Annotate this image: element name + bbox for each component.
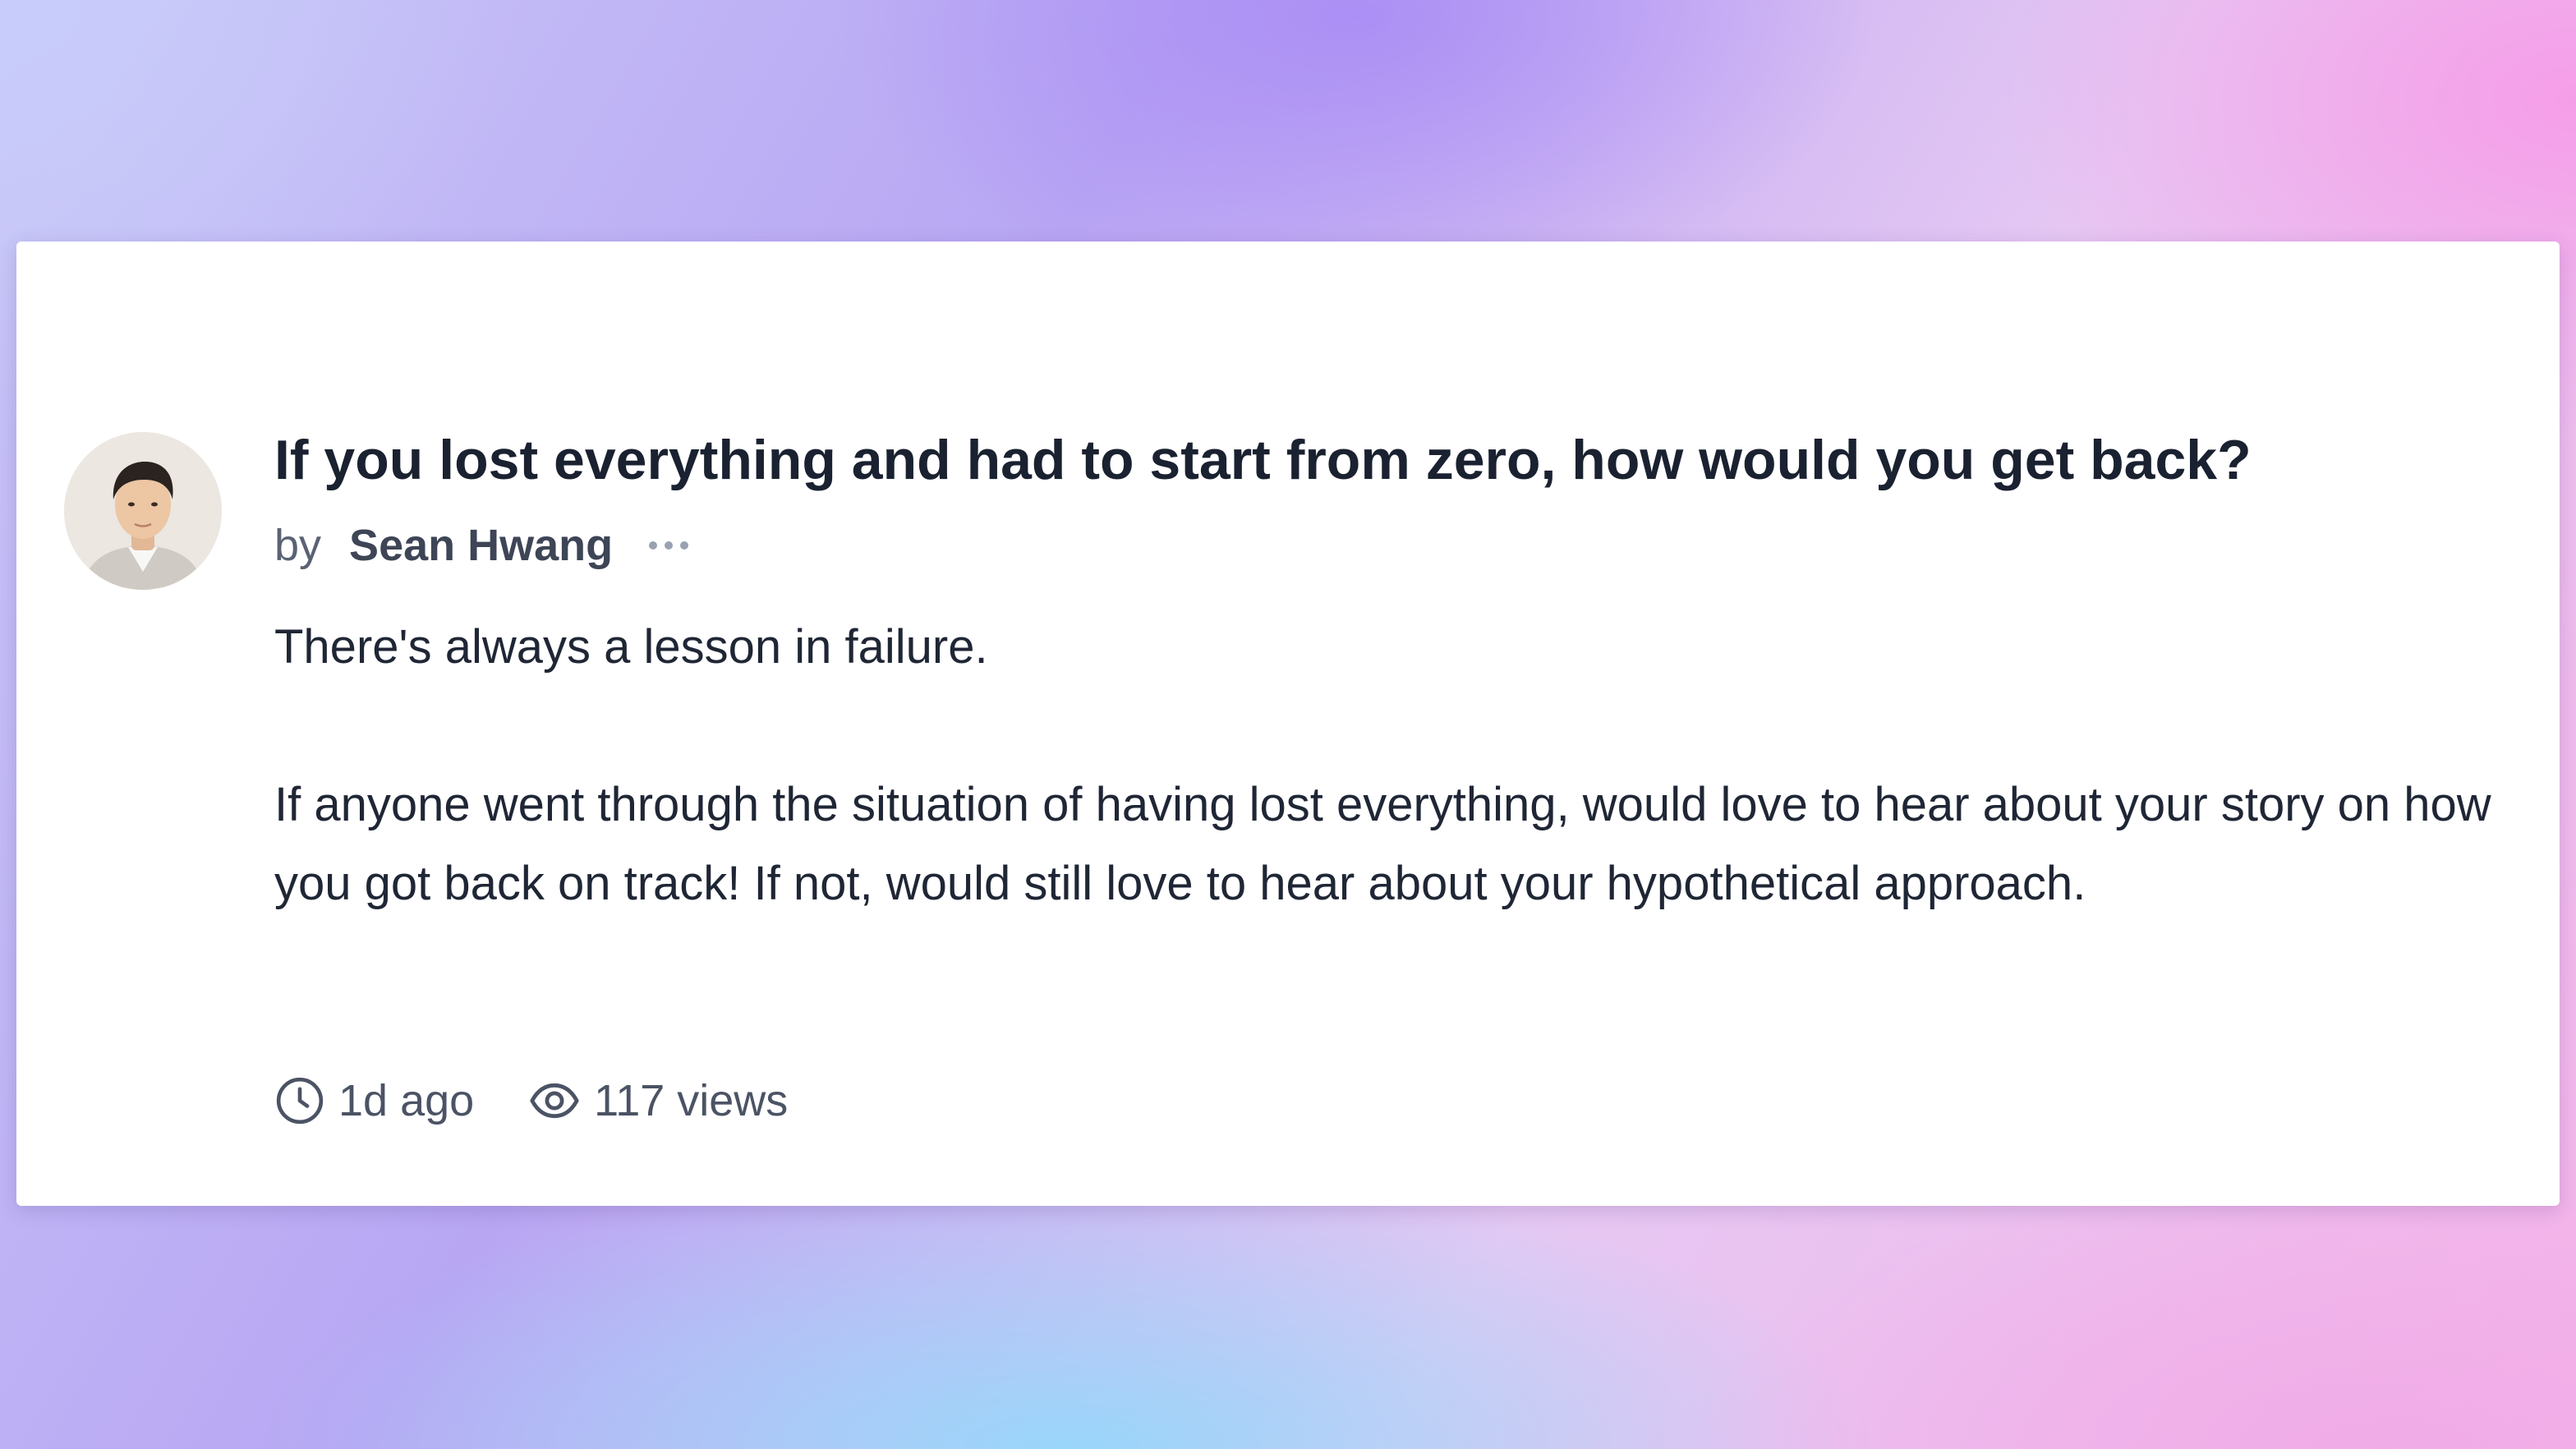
more-horizontal-icon [649, 541, 689, 550]
byline: by Sean Hwang [274, 519, 2492, 572]
eye-icon [530, 1083, 579, 1119]
post-content: If you lost everything and had to start … [274, 427, 2492, 923]
author-avatar[interactable] [64, 432, 222, 590]
clock-icon [276, 1077, 324, 1125]
post-views: 117 views [528, 1074, 788, 1127]
body-paragraph-2: If anyone went through the situation of … [274, 778, 2491, 910]
body-paragraph-1: There's always a lesson in failure. [274, 620, 988, 674]
by-label: by [274, 521, 322, 570]
post-title[interactable]: If you lost everything and had to start … [274, 427, 2492, 493]
post-body: There's always a lesson in failure. If a… [274, 608, 2492, 923]
author-name[interactable]: Sean Hwang [349, 520, 613, 571]
post-meta: 1d ago 117 views [274, 1073, 788, 1129]
post-card: If you lost everything and had to start … [16, 242, 2560, 1206]
more-options-button[interactable] [649, 529, 689, 562]
views-count-text: 117 views [594, 1076, 789, 1125]
post-time: 1d ago [274, 1075, 474, 1126]
time-ago-text: 1d ago [338, 1076, 475, 1125]
